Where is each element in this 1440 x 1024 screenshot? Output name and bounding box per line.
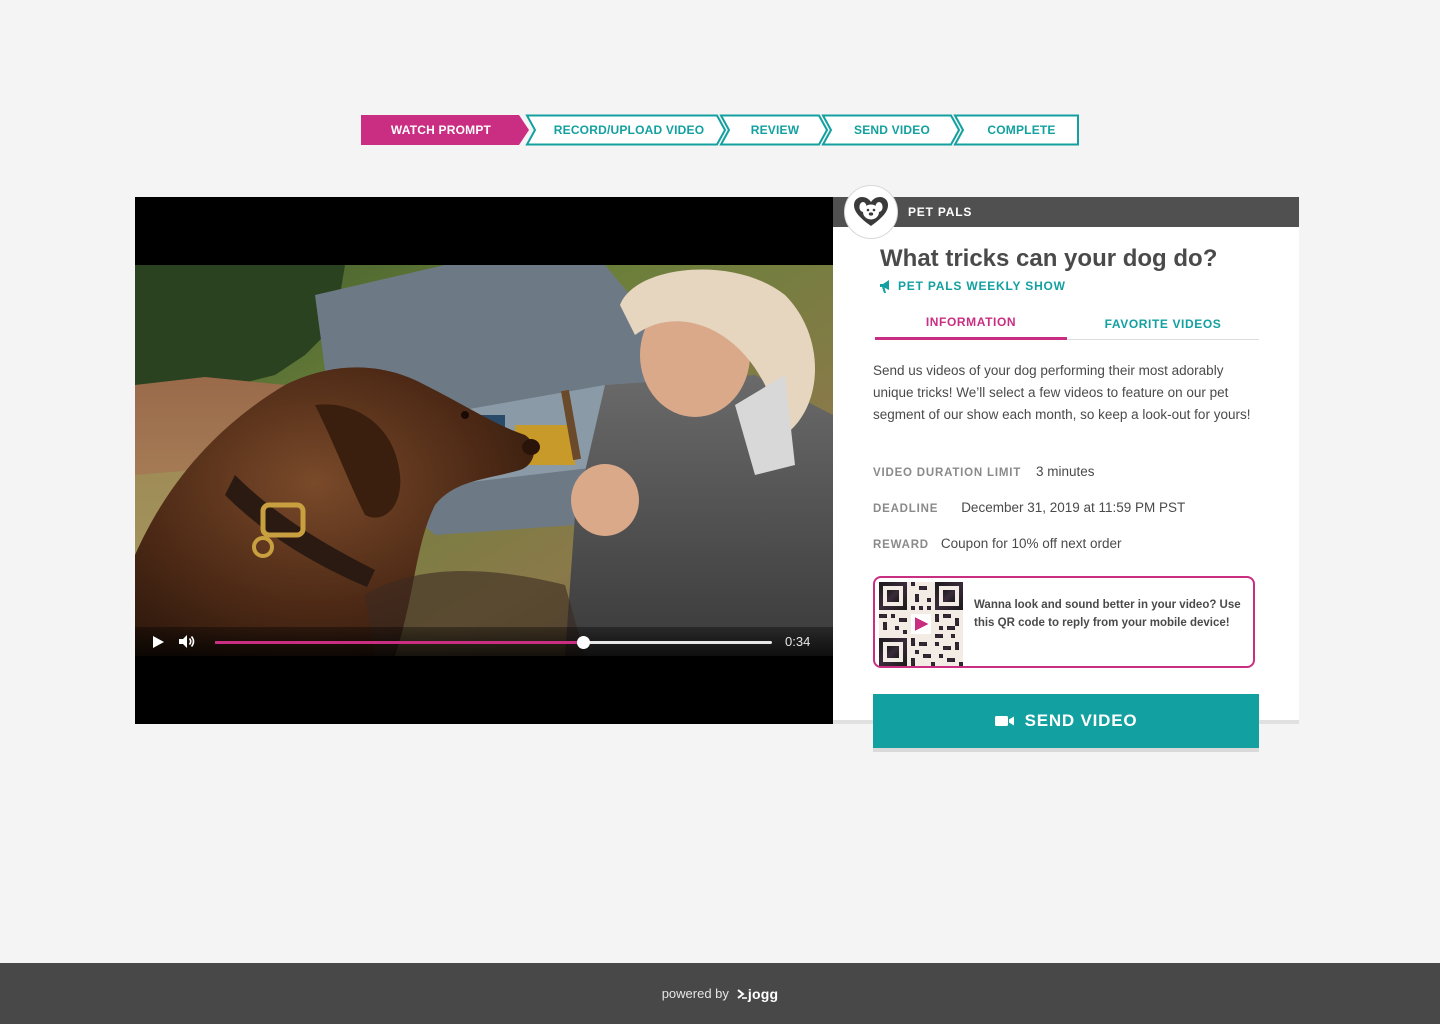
pet-pals-logo-icon — [844, 185, 898, 239]
meta-reward: REWARD Coupon for 10% off next order — [873, 536, 1122, 551]
brand-name: PET PALS — [908, 205, 973, 219]
send-video-button[interactable]: SEND VIDEO — [873, 694, 1259, 752]
step-record-upload-video[interactable]: RECORD/UPLOAD VIDEO — [533, 114, 725, 146]
video-progress-bar[interactable] — [215, 636, 772, 649]
tab-information[interactable]: INFORMATION — [875, 307, 1067, 340]
show-link[interactable]: PET PALS WEEKLY SHOW — [879, 279, 1066, 293]
jogg-arrow-icon — [737, 988, 747, 999]
megaphone-icon — [880, 279, 889, 293]
video-player[interactable]: 0:34 — [135, 197, 833, 724]
brand-header: PET PALS — [833, 197, 1299, 227]
meta-deadline-value: December 31, 2019 at 11:59 PM PST — [961, 500, 1186, 515]
video-controls-bar: 0:34 — [135, 627, 833, 656]
progress-stepper: WATCH PROMPT RECORD/UPLOAD VIDEO REVIEW … — [361, 114, 1081, 146]
powered-by-text: powered by — [661, 986, 729, 1001]
video-progress-fill — [215, 641, 583, 644]
qr-callout-text: Wanna look and sound better in your vide… — [974, 599, 1241, 629]
meta-duration-value: 3 minutes — [1036, 464, 1095, 479]
jogg-logo-text: jogg — [747, 985, 779, 1002]
video-progress-thumb[interactable] — [576, 636, 590, 649]
send-video-label: SEND VIDEO — [1024, 711, 1138, 730]
meta-reward-value: Coupon for 10% off next order — [940, 536, 1122, 551]
step-review[interactable]: REVIEW — [727, 114, 823, 146]
meta-deadline-key: DEADLINE — [873, 503, 939, 515]
qr-callout: Wanna look and sound better in your vide… — [873, 576, 1255, 668]
meta-duration: VIDEO DURATION LIMIT 3 minutes — [873, 464, 1095, 479]
qr-code[interactable] — [879, 582, 963, 666]
jogg-logo[interactable]: jogg — [737, 986, 778, 1002]
step-send-video[interactable]: SEND VIDEO — [829, 114, 955, 146]
meta-duration-key: VIDEO DURATION LIMIT — [873, 467, 1022, 479]
prompt-info-panel: PET PALS What tricks can your dog do? PE… — [833, 185, 1299, 752]
dog-nose — [522, 439, 540, 455]
step-complete[interactable]: COMPLETE — [961, 114, 1082, 146]
footer: powered by jogg — [0, 963, 1440, 1024]
dog-eye — [461, 411, 469, 419]
meta-deadline: DEADLINE December 31, 2019 at 11:59 PM P… — [873, 500, 1185, 515]
woman-hand — [571, 464, 639, 536]
play-icon[interactable] — [151, 635, 165, 649]
tab-favorite-videos[interactable]: FAVORITE VIDEOS — [1067, 307, 1259, 340]
show-name: PET PALS WEEKLY SHOW — [898, 279, 1066, 293]
prompt-description: Send us videos of your dog performing th… — [873, 363, 1251, 422]
video-time: 0:34 — [785, 634, 811, 649]
info-tabs: INFORMATION FAVORITE VIDEOS — [875, 307, 1259, 340]
video-still-image — [135, 265, 833, 656]
meta-reward-key: REWARD — [873, 539, 929, 551]
video-camera-icon — [994, 716, 1014, 726]
video-frame[interactable] — [135, 265, 833, 656]
prompt-title: What tricks can your dog do? — [880, 245, 1218, 272]
step-watch-prompt[interactable]: WATCH PROMPT — [361, 114, 521, 146]
volume-icon[interactable] — [178, 634, 196, 649]
